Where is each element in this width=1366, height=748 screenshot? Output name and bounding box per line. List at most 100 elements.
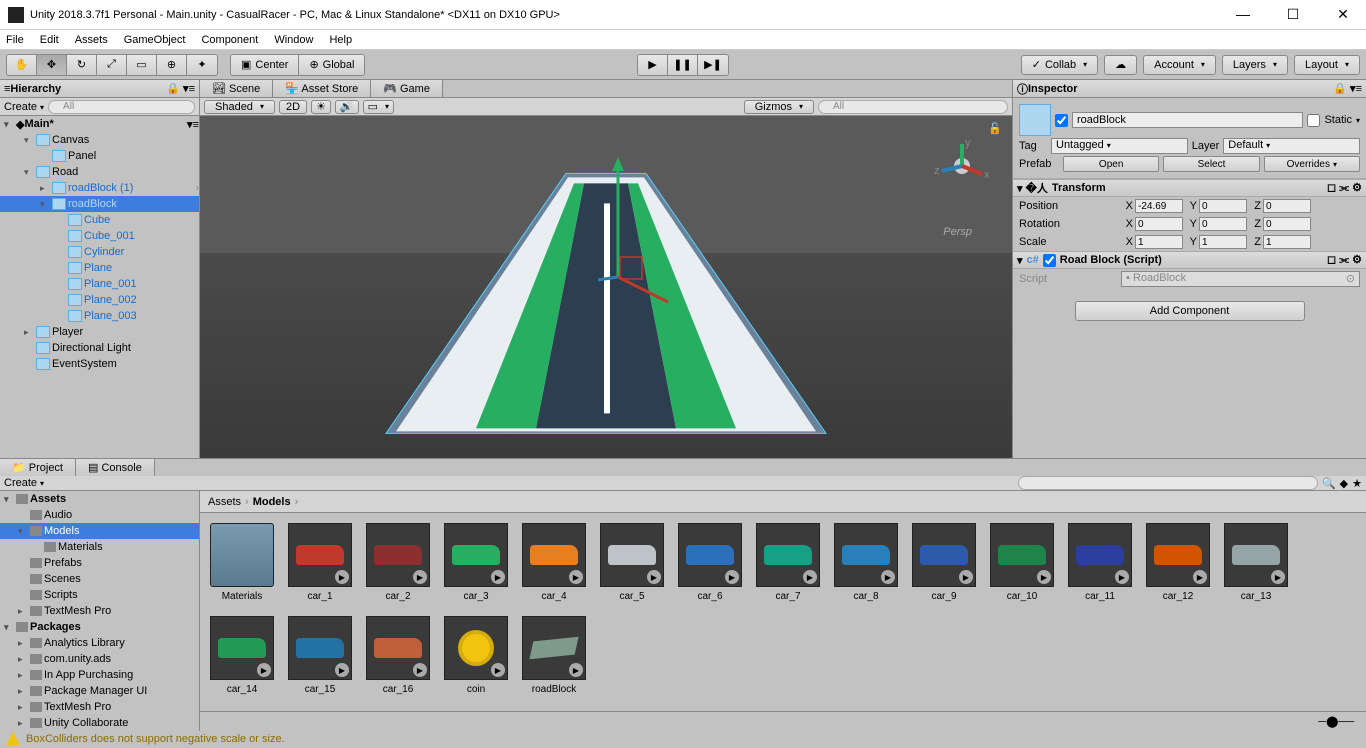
pivot-center-toggle[interactable]: ▣ Center <box>231 55 299 75</box>
layers-dropdown[interactable]: Layers <box>1222 55 1288 75</box>
hierarchy-item[interactable]: ▾Road <box>0 164 199 180</box>
scale-tool[interactable]: ⤢ <box>97 55 127 75</box>
hierarchy-item[interactable]: Plane <box>0 260 199 276</box>
scl-x-input[interactable] <box>1135 235 1183 249</box>
menu-edit[interactable]: Edit <box>40 34 59 46</box>
scene-viewport[interactable]: y z x 🔓 Persp <box>200 116 1012 458</box>
asset-car_6[interactable]: ▶car_6 <box>678 523 742 602</box>
pos-x-input[interactable] <box>1135 199 1183 213</box>
scene-search-input[interactable]: All <box>818 100 1008 114</box>
hierarchy-tab[interactable]: ≡ Hierarchy🔒 ▾≡ <box>0 80 199 98</box>
hierarchy-item[interactable]: Cylinder <box>0 244 199 260</box>
account-dropdown[interactable]: Account <box>1143 55 1216 75</box>
scl-y-input[interactable] <box>1199 235 1247 249</box>
add-component-button[interactable]: Add Component <box>1075 301 1305 321</box>
audio-toggle[interactable]: 🔊 <box>335 100 359 114</box>
cloud-button[interactable]: ☁ <box>1104 55 1137 75</box>
thumbnail-size-slider[interactable]: ─⬤── <box>200 711 1366 731</box>
asset-car_14[interactable]: ▶car_14 <box>210 616 274 695</box>
tab-scene[interactable]: 🏞 Scene <box>200 80 273 97</box>
hierarchy-item[interactable]: Cube <box>0 212 199 228</box>
asset-roadBlock[interactable]: ▶roadBlock <box>522 616 586 695</box>
menu-window[interactable]: Window <box>274 34 313 46</box>
project-tree-item[interactable]: ▸TextMesh Pro <box>0 699 199 715</box>
project-tree-item[interactable]: Materials <box>0 539 199 555</box>
hierarchy-item[interactable]: EventSystem <box>0 356 199 372</box>
rotate-tool[interactable]: ↻ <box>67 55 97 75</box>
asset-coin[interactable]: ▶coin <box>444 616 508 695</box>
rect-tool[interactable]: ▭ <box>127 55 157 75</box>
asset-car_2[interactable]: ▶car_2 <box>366 523 430 602</box>
hierarchy-item[interactable]: Plane_002 <box>0 292 199 308</box>
hierarchy-create-button[interactable]: Create <box>4 101 44 113</box>
asset-car_11[interactable]: ▶car_11 <box>1068 523 1132 602</box>
orientation-gizmo-icon[interactable]: y z x <box>932 136 992 199</box>
tab-asset-store[interactable]: 🏪 Asset Store <box>273 80 371 97</box>
asset-car_10[interactable]: ▶car_10 <box>990 523 1054 602</box>
hierarchy-item[interactable]: ▾Canvas <box>0 132 199 148</box>
menu-help[interactable]: Help <box>329 34 352 46</box>
rot-z-input[interactable] <box>1263 217 1311 231</box>
project-tree-item[interactable]: ▾Models <box>0 523 199 539</box>
local-global-toggle[interactable]: ⊕ Global <box>299 55 364 75</box>
lock-icon[interactable]: 🔓 <box>988 122 1002 135</box>
asset-car_15[interactable]: ▶car_15 <box>288 616 352 695</box>
layout-dropdown[interactable]: Layout <box>1294 55 1360 75</box>
hierarchy-item[interactable]: Directional Light <box>0 340 199 356</box>
asset-car_13[interactable]: ▶car_13 <box>1224 523 1288 602</box>
minimize-button[interactable]: — <box>1228 6 1258 23</box>
asset-car_12[interactable]: ▶car_12 <box>1146 523 1210 602</box>
lighting-toggle[interactable]: ☀ <box>311 100 331 114</box>
hand-tool[interactable]: ✋ <box>7 55 37 75</box>
asset-Materials[interactable]: Materials <box>210 523 274 602</box>
rot-x-input[interactable] <box>1135 217 1183 231</box>
inspector-tab[interactable]: ⓘ Inspector🔒 ▾≡ <box>1013 80 1366 98</box>
roadblock-script-header[interactable]: ▾ c# Road Block (Script)◻ ⫘ ⚙ <box>1013 251 1366 269</box>
asset-car_4[interactable]: ▶car_4 <box>522 523 586 602</box>
transform-component-header[interactable]: ▾ �人 Transform◻ ⫘ ⚙ <box>1013 179 1366 197</box>
2d-toggle[interactable]: 2D <box>279 100 307 114</box>
fx-dropdown[interactable]: ▭ <box>363 100 394 114</box>
project-tree-item[interactable]: ▸In App Purchasing <box>0 667 199 683</box>
tab-project[interactable]: 📁 Project <box>0 459 76 476</box>
layer-dropdown[interactable]: Default <box>1223 138 1360 154</box>
project-tree-item[interactable]: ▸TextMesh Pro <box>0 603 199 619</box>
collab-button[interactable]: ✓ Collab <box>1021 55 1098 75</box>
project-search-input[interactable] <box>1018 476 1318 490</box>
hierarchy-item[interactable]: ▾roadBlock <box>0 196 199 212</box>
gameobject-name-input[interactable] <box>1072 112 1303 128</box>
scene-root[interactable]: ▾◆ Main*▾≡ <box>0 116 199 132</box>
rot-y-input[interactable] <box>1199 217 1247 231</box>
hierarchy-item[interactable]: ▸Player <box>0 324 199 340</box>
shading-mode-dropdown[interactable]: Shaded <box>204 100 275 114</box>
tag-dropdown[interactable]: Untagged <box>1051 138 1188 154</box>
prefab-overrides-button[interactable]: Overrides <box>1264 156 1360 172</box>
breadcrumb-segment[interactable]: Models <box>253 496 291 508</box>
move-tool[interactable]: ✥ <box>37 55 67 75</box>
asset-car_9[interactable]: ▶car_9 <box>912 523 976 602</box>
prefab-select-button[interactable]: Select <box>1163 156 1259 172</box>
transform-tool[interactable]: ⊕ <box>157 55 187 75</box>
tab-console[interactable]: ▤ Console <box>76 459 155 476</box>
favorite-icon[interactable]: ★ <box>1352 477 1362 490</box>
hierarchy-item[interactable]: Cube_001 <box>0 228 199 244</box>
step-button[interactable]: ▶❚ <box>698 55 728 75</box>
maximize-button[interactable]: ☐ <box>1278 6 1308 23</box>
project-tree-item[interactable]: ▸com.unity.ads <box>0 651 199 667</box>
project-tree-item[interactable]: ▸Analytics Library <box>0 635 199 651</box>
search-filter-icon[interactable]: 🔍 <box>1322 477 1336 490</box>
hierarchy-item[interactable]: Plane_003 <box>0 308 199 324</box>
asset-car_5[interactable]: ▶car_5 <box>600 523 664 602</box>
gizmos-dropdown[interactable]: Gizmos <box>744 100 814 114</box>
hierarchy-item[interactable]: Plane_001 <box>0 276 199 292</box>
project-tree-item[interactable]: ▾Assets <box>0 491 199 507</box>
custom-tool[interactable]: ✦ <box>187 55 217 75</box>
project-tree-item[interactable]: Prefabs <box>0 555 199 571</box>
filter-type-icon[interactable]: ◆ <box>1340 477 1348 490</box>
menu-component[interactable]: Component <box>201 34 258 46</box>
project-tree-item[interactable]: Scripts <box>0 587 199 603</box>
close-button[interactable]: ✕ <box>1328 6 1358 23</box>
pos-y-input[interactable] <box>1199 199 1247 213</box>
menu-file[interactable]: File <box>6 34 24 46</box>
hierarchy-search-input[interactable]: All <box>48 100 195 114</box>
